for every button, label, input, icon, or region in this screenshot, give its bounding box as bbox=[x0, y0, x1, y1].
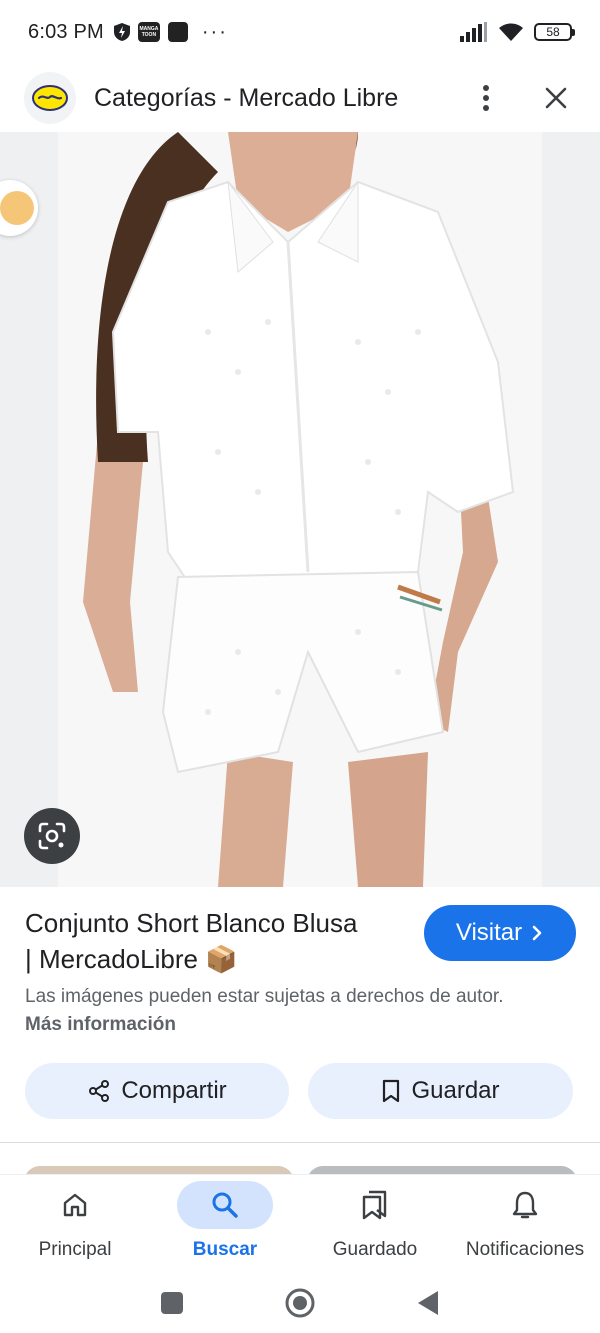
nav-label-principal: Principal bbox=[38, 1239, 112, 1260]
status-bar: 6:03 PM MANGA TOON ··· 58 bbox=[0, 0, 600, 64]
battery-icon: 58 bbox=[534, 23, 575, 41]
notification-icons: MANGA TOON ··· bbox=[113, 20, 228, 44]
related-thumbnail bbox=[0, 191, 34, 225]
product-photo[interactable] bbox=[58, 132, 542, 887]
close-icon bbox=[545, 87, 567, 109]
home-icon bbox=[63, 1193, 87, 1217]
wifi-icon bbox=[499, 23, 523, 41]
share-button[interactable]: Compartir bbox=[25, 1063, 289, 1119]
image-viewer[interactable] bbox=[0, 132, 600, 887]
bookmark-icon bbox=[383, 1079, 400, 1103]
visit-button-label: Visitar bbox=[455, 919, 523, 946]
copyright-text: Las imágenes pueden estar sujetas a dere… bbox=[25, 986, 504, 1007]
nav-label-guardado: Guardado bbox=[332, 1239, 418, 1260]
back-button[interactable] bbox=[416, 1290, 440, 1316]
nav-label-notificaciones: Notificaciones bbox=[465, 1239, 585, 1260]
nav-item-principal[interactable]: Principal bbox=[0, 1175, 150, 1273]
nav-item-guardado[interactable]: Guardado bbox=[300, 1175, 450, 1273]
page-title: Categorías - Mercado Libre bbox=[94, 83, 399, 112]
visit-button[interactable]: Visitar bbox=[424, 905, 576, 961]
system-navigation-bar bbox=[0, 1273, 600, 1333]
search-icon bbox=[212, 1192, 238, 1218]
more-options-button[interactable] bbox=[466, 78, 506, 118]
nav-item-buscar[interactable]: Buscar bbox=[150, 1175, 300, 1273]
section-divider bbox=[0, 1142, 600, 1143]
share-button-label: Compartir bbox=[121, 1077, 227, 1104]
close-button[interactable] bbox=[536, 78, 576, 118]
page-header: Categorías - Mercado Libre bbox=[0, 64, 600, 132]
share-icon bbox=[89, 1080, 110, 1102]
bookmarks-icon bbox=[362, 1190, 387, 1220]
handshake-logo-icon bbox=[32, 85, 68, 111]
copyright-notice: Las imágenes pueden estar sujetas a dere… bbox=[25, 983, 545, 1039]
kebab-menu-icon bbox=[483, 85, 489, 111]
mangatoon-app-icon: MANGA TOON bbox=[137, 22, 160, 42]
product-title-line1: Conjunto Short Blanco Blusa bbox=[25, 908, 358, 938]
nav-label-buscar: Buscar bbox=[192, 1239, 258, 1260]
bell-icon bbox=[512, 1191, 538, 1219]
google-lens-icon bbox=[38, 822, 66, 850]
more-info-link[interactable]: Más información bbox=[25, 1014, 176, 1035]
more-notifications-icon: ··· bbox=[201, 20, 228, 43]
chevron-right-icon bbox=[532, 925, 542, 941]
bottom-navigation: Principal Buscar Guardado Notificaciones bbox=[0, 1175, 600, 1273]
product-title-line2: | MercadoLibre 📦 bbox=[25, 944, 238, 974]
save-button-label: Guardar bbox=[411, 1077, 500, 1104]
signal-icon bbox=[460, 22, 487, 42]
product-title[interactable]: Conjunto Short Blanco Blusa | MercadoLib… bbox=[25, 905, 405, 977]
home-button[interactable] bbox=[284, 1287, 316, 1319]
mercadolibre-favicon bbox=[24, 72, 76, 124]
app-notification-icon bbox=[167, 22, 188, 42]
save-button[interactable]: Guardar bbox=[308, 1063, 573, 1119]
lens-search-button[interactable] bbox=[24, 808, 80, 864]
recents-button[interactable] bbox=[160, 1291, 184, 1315]
status-time: 6:03 PM bbox=[28, 20, 104, 43]
shield-bolt-icon bbox=[113, 23, 130, 41]
related-image-chip[interactable] bbox=[0, 180, 38, 236]
nav-item-notificaciones[interactable]: Notificaciones bbox=[450, 1175, 600, 1273]
